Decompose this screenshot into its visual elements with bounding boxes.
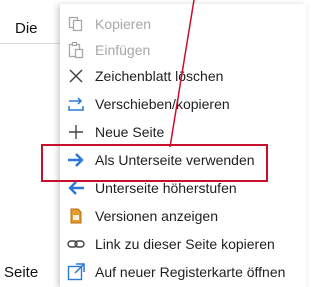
x-icon xyxy=(66,66,86,86)
move-icon xyxy=(66,94,86,114)
menu-item-new-page[interactable]: Neue Seite xyxy=(60,118,306,146)
menu-item-move-copy[interactable]: Verschieben/kopieren xyxy=(60,90,306,118)
copy-icon xyxy=(66,14,86,34)
menu-item-label: Neue Seite xyxy=(95,124,165,140)
plus-icon xyxy=(66,122,86,142)
menu-item-label: Link zu dieser Seite kopieren xyxy=(95,236,275,252)
link-icon xyxy=(66,234,86,254)
menu-item-label: Kopieren xyxy=(95,16,152,32)
menu-item-label: Auf neuer Registerkarte öffnen xyxy=(95,264,286,280)
open-new-tab-icon xyxy=(66,262,86,282)
menu-item-label: Zeichenblatt löschen xyxy=(95,68,224,84)
menu-item-label: Einfügen xyxy=(95,42,151,58)
menu-item-delete-sheet[interactable]: Zeichenblatt löschen xyxy=(60,62,306,90)
menu-item-copy-link[interactable]: Link zu dieser Seite kopieren xyxy=(60,230,306,258)
menu-item-paste[interactable]: Einfügen xyxy=(60,36,306,64)
highlight-box xyxy=(41,144,268,182)
page-list-item[interactable]: Seite xyxy=(4,264,38,281)
menu-item-copy[interactable]: Kopieren xyxy=(60,10,306,38)
versions-icon xyxy=(66,206,86,226)
menu-item-open-new-tab[interactable]: Auf neuer Registerkarte öffnen xyxy=(60,258,306,286)
divider xyxy=(0,43,60,44)
menu-item-label: Verschieben/kopieren xyxy=(95,96,230,112)
menu-item-label: Versionen anzeigen xyxy=(95,208,218,224)
menu-item-show-versions[interactable]: Versionen anzeigen xyxy=(60,202,306,230)
page-title-partial: Die xyxy=(15,20,38,37)
paste-icon xyxy=(66,40,86,60)
